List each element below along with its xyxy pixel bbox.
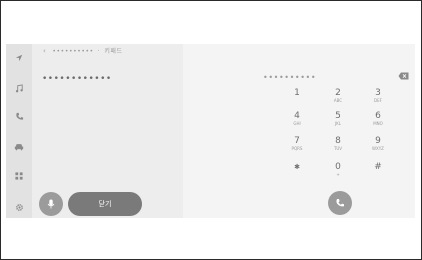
call-icon — [336, 199, 344, 207]
close-button[interactable]: 닫기 — [68, 192, 142, 216]
key-letters: TUV — [333, 146, 343, 151]
key-letters: + — [336, 172, 340, 177]
key-letters: ABC — [333, 98, 343, 103]
keypad-key[interactable]: 1 — [287, 88, 307, 98]
key-digit: 6 — [375, 111, 381, 121]
keypad-key[interactable]: 5 JKL — [328, 111, 348, 126]
keypad-key[interactable]: 4 GHI — [287, 111, 307, 126]
key-letters: WXYZ — [372, 146, 384, 151]
settings-icon[interactable] — [10, 199, 28, 215]
navigation-icon[interactable] — [10, 50, 28, 66]
keypad-key[interactable]: 0 + — [328, 162, 348, 177]
key-digit: 9 — [375, 136, 381, 146]
key-letters: PQRS — [291, 146, 303, 151]
key-digit: 4 — [294, 111, 300, 121]
key-digit: # — [374, 162, 382, 172]
head-unit-screen: ‹ •••••••••• · 키패드 •••••••••••• 닫기 ••••••••… — [6, 44, 415, 218]
key-digit: 1 — [294, 88, 300, 98]
voice-button[interactable] — [39, 192, 63, 216]
key-digit: ✱ — [294, 163, 300, 171]
apps-icon[interactable] — [10, 168, 28, 184]
call-button[interactable] — [328, 191, 352, 215]
keypad-panel: •••••••••• 1 2 ABC 3 DEF 4 GHI 5 JKL 6 MNO 7 PQRS 8 TU… — [183, 44, 415, 218]
contact-panel: ‹ •••••••••• · 키패드 •••••••••••• 닫기 — [32, 44, 183, 218]
key-digit: 7 — [294, 136, 300, 146]
car-icon[interactable] — [10, 139, 28, 155]
breadcrumb-path[interactable]: •••••••••• — [52, 48, 93, 55]
key-digit: 5 — [335, 111, 341, 121]
keypad-key[interactable]: 8 TUV — [328, 136, 348, 151]
keypad-key[interactable]: ✱ — [287, 162, 307, 172]
keypad-key[interactable]: 6 MNO — [368, 111, 388, 126]
mic-icon — [47, 199, 55, 209]
key-digit: 0 — [335, 162, 341, 172]
keypad-key[interactable]: 9 WXYZ — [368, 136, 388, 151]
key-letters: MNO — [373, 121, 383, 126]
image-frame: ‹ •••••••••• · 키패드 •••••••••••• 닫기 ••••••••… — [0, 0, 422, 260]
backspace-icon[interactable] — [397, 71, 409, 81]
back-arrow[interactable]: ‹ — [43, 47, 46, 55]
breadcrumb: ‹ •••••••••• · 키패드 — [43, 46, 123, 55]
keypad-key[interactable]: 7 PQRS — [287, 136, 307, 151]
side-rail — [6, 44, 32, 218]
keypad-key[interactable]: # — [368, 162, 388, 172]
key-digit: 3 — [375, 88, 381, 98]
key-letters: GHI — [293, 121, 301, 126]
contact-number: •••••••••••• — [42, 74, 112, 84]
phone-icon[interactable] — [10, 108, 28, 124]
key-letters: DEF — [374, 98, 382, 103]
keypad-key[interactable]: 3 DEF — [368, 88, 388, 103]
keypad-key[interactable]: 2 ABC — [328, 88, 348, 103]
key-letters: JKL — [334, 121, 342, 126]
dial-entry: •••••••••• — [263, 73, 317, 82]
key-digit: 2 — [335, 88, 341, 98]
music-icon[interactable] — [10, 80, 28, 96]
breadcrumb-separator: · — [97, 48, 101, 55]
key-digit: 8 — [335, 136, 341, 146]
breadcrumb-current: 키패드 — [104, 48, 123, 55]
